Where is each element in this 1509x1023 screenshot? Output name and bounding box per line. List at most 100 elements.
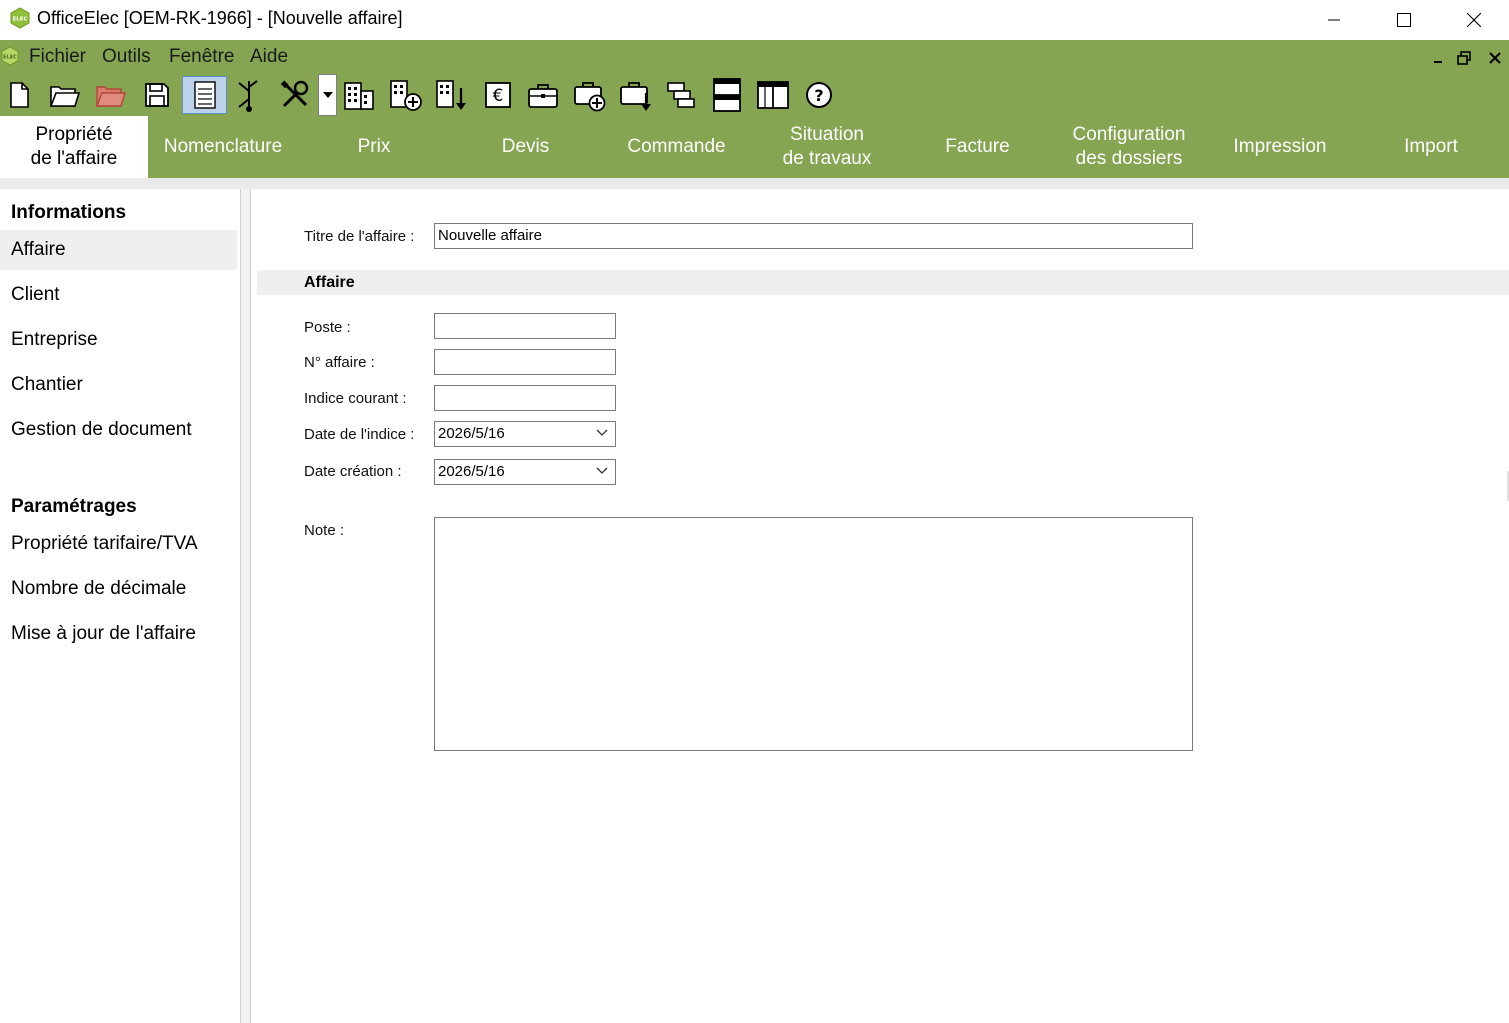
poste-input[interactable] [434, 313, 616, 339]
building-icon [344, 82, 374, 110]
minimize-button[interactable] [1299, 0, 1369, 40]
maximize-button[interactable] [1369, 0, 1439, 40]
list-view-button[interactable] [182, 76, 227, 114]
cascade-windows-button[interactable] [662, 76, 700, 114]
section-header-affaire: Affaire [257, 270, 1509, 295]
tab-label: Nomenclature [163, 136, 283, 157]
tile-vertical-icon [757, 81, 789, 109]
briefcase-export-icon [620, 82, 651, 111]
briefcase-button[interactable] [524, 76, 562, 114]
tile-horizontal-button[interactable] [708, 76, 746, 114]
tab-impression[interactable]: Impression [1205, 116, 1355, 178]
maximize-icon [1397, 13, 1411, 27]
sidebar-item-gestion-document[interactable]: Gestion de document [0, 410, 237, 450]
menu-bar: ELEC Fichier Outils Fenêtre Aide [0, 40, 1509, 74]
save-button[interactable] [138, 76, 176, 114]
briefcase-add-icon [574, 82, 606, 112]
main-ribbon: ELEC Fichier Outils Fenêtre Aide € ? Pro… [0, 40, 1509, 178]
menu-fenetre[interactable]: Fenêtre [169, 46, 234, 68]
briefcase-export-button[interactable] [617, 76, 655, 114]
mdi-close-button[interactable] [1484, 48, 1506, 68]
menu-outils[interactable]: Outils [102, 46, 151, 68]
tab-label: Prix [357, 136, 391, 157]
svg-text:€: € [493, 86, 504, 106]
tab-label: Impression [1233, 136, 1327, 157]
menu-aide[interactable]: Aide [250, 46, 288, 68]
date-indice-value: 2026/5/16 [438, 425, 505, 442]
tools-icon [280, 80, 309, 108]
sidebar-item-entreprise[interactable]: Entreprise [0, 320, 237, 360]
tab-devis[interactable]: Devis [450, 116, 601, 178]
sidebar-item-mise-a-jour[interactable]: Mise à jour de l'affaire [0, 614, 237, 654]
note-label: Note : [304, 522, 345, 539]
tools-button[interactable] [276, 76, 314, 114]
sidebar-item-chantier[interactable]: Chantier [0, 365, 237, 405]
sidebar: Informations Affaire Client Entreprise C… [0, 189, 240, 1023]
sidebar-item-nombre-decimale[interactable]: Nombre de décimale [0, 569, 237, 609]
numero-affaire-input[interactable] [434, 349, 616, 375]
chevron-down-icon [596, 429, 608, 436]
tile-vertical-button[interactable] [754, 76, 792, 114]
sidebar-item-propriete-tarifaire[interactable]: Propriété tarifaire/TVA [0, 524, 237, 564]
briefcase-add-button[interactable] [571, 76, 609, 114]
tab-facture[interactable]: Facture [902, 116, 1053, 178]
minimize-icon [1434, 61, 1442, 63]
date-indice-picker[interactable]: 2026/5/16 [434, 421, 616, 447]
help-button[interactable]: ? [800, 76, 838, 114]
chevron-down-icon [596, 467, 608, 474]
close-icon [1489, 52, 1501, 64]
building-add-icon [390, 80, 422, 111]
toolbar: € ? [0, 74, 1509, 116]
tab-import[interactable]: Import [1355, 116, 1507, 178]
app-logo-icon: ELEC [10, 7, 30, 29]
save-icon [145, 83, 169, 107]
sidebar-item-affaire[interactable]: Affaire [0, 230, 237, 270]
sidebar-heading-parametrages: Paramétrages [11, 496, 137, 517]
tools-dropdown-button[interactable] [318, 74, 337, 116]
app-small-logo-icon: ELEC [1, 46, 19, 66]
building-button[interactable] [340, 76, 378, 114]
building-import-button[interactable] [433, 76, 471, 114]
list-view-icon [193, 81, 216, 109]
tab-commande[interactable]: Commande [601, 116, 752, 178]
tab-configuration-dossiers[interactable]: Configuration des dossiers [1053, 116, 1205, 178]
section-title: Affaire [304, 274, 355, 291]
tree-button[interactable] [229, 76, 267, 114]
tab-nomenclature[interactable]: Nomenclature [148, 116, 298, 178]
date-creation-label: Date création : [304, 463, 402, 480]
new-button[interactable] [0, 76, 38, 114]
minimize-icon [1328, 19, 1340, 21]
price-button[interactable]: € [479, 76, 517, 114]
date-creation-value: 2026/5/16 [438, 463, 505, 480]
titre-label: Titre de l'affaire : [304, 228, 415, 245]
close-button[interactable] [1439, 0, 1509, 40]
window-title: OfficeElec [OEM-RK-1966] - [Nouvelle aff… [37, 8, 403, 28]
open-recent-button[interactable] [91, 76, 129, 114]
open-folder-red-icon [95, 86, 126, 107]
tab-propriete-affaire[interactable]: Propriété de l'affaire [0, 116, 148, 178]
building-add-button[interactable] [387, 76, 425, 114]
help-icon: ? [806, 82, 832, 108]
briefcase-icon [528, 84, 558, 108]
titre-input[interactable]: Nouvelle affaire [434, 223, 1193, 249]
dropdown-arrow-icon [322, 92, 333, 98]
tree-branch-icon [238, 80, 258, 112]
date-creation-picker[interactable]: 2026/5/16 [434, 459, 616, 485]
numero-affaire-label: N° affaire : [304, 354, 375, 371]
building-import-icon [436, 80, 466, 110]
indice-courant-input[interactable] [434, 385, 616, 411]
affaire-form: Titre de l'affaire : Nouvelle affaire Af… [251, 189, 1509, 1023]
tab-situation-travaux[interactable]: Situation de travaux [752, 116, 902, 178]
poste-label: Poste : [304, 319, 351, 336]
mdi-restore-button[interactable] [1453, 48, 1475, 68]
tab-prix[interactable]: Prix [298, 116, 450, 178]
mdi-minimize-button[interactable] [1427, 48, 1449, 68]
tab-label: Devis [501, 136, 550, 157]
new-file-icon [10, 82, 29, 108]
tab-label: Propriété de l'affaire [30, 124, 118, 169]
menu-fichier[interactable]: Fichier [29, 46, 86, 68]
sidebar-splitter[interactable] [240, 189, 251, 1023]
sidebar-item-client[interactable]: Client [0, 275, 237, 315]
note-textarea[interactable] [434, 517, 1193, 751]
open-button[interactable] [45, 76, 83, 114]
